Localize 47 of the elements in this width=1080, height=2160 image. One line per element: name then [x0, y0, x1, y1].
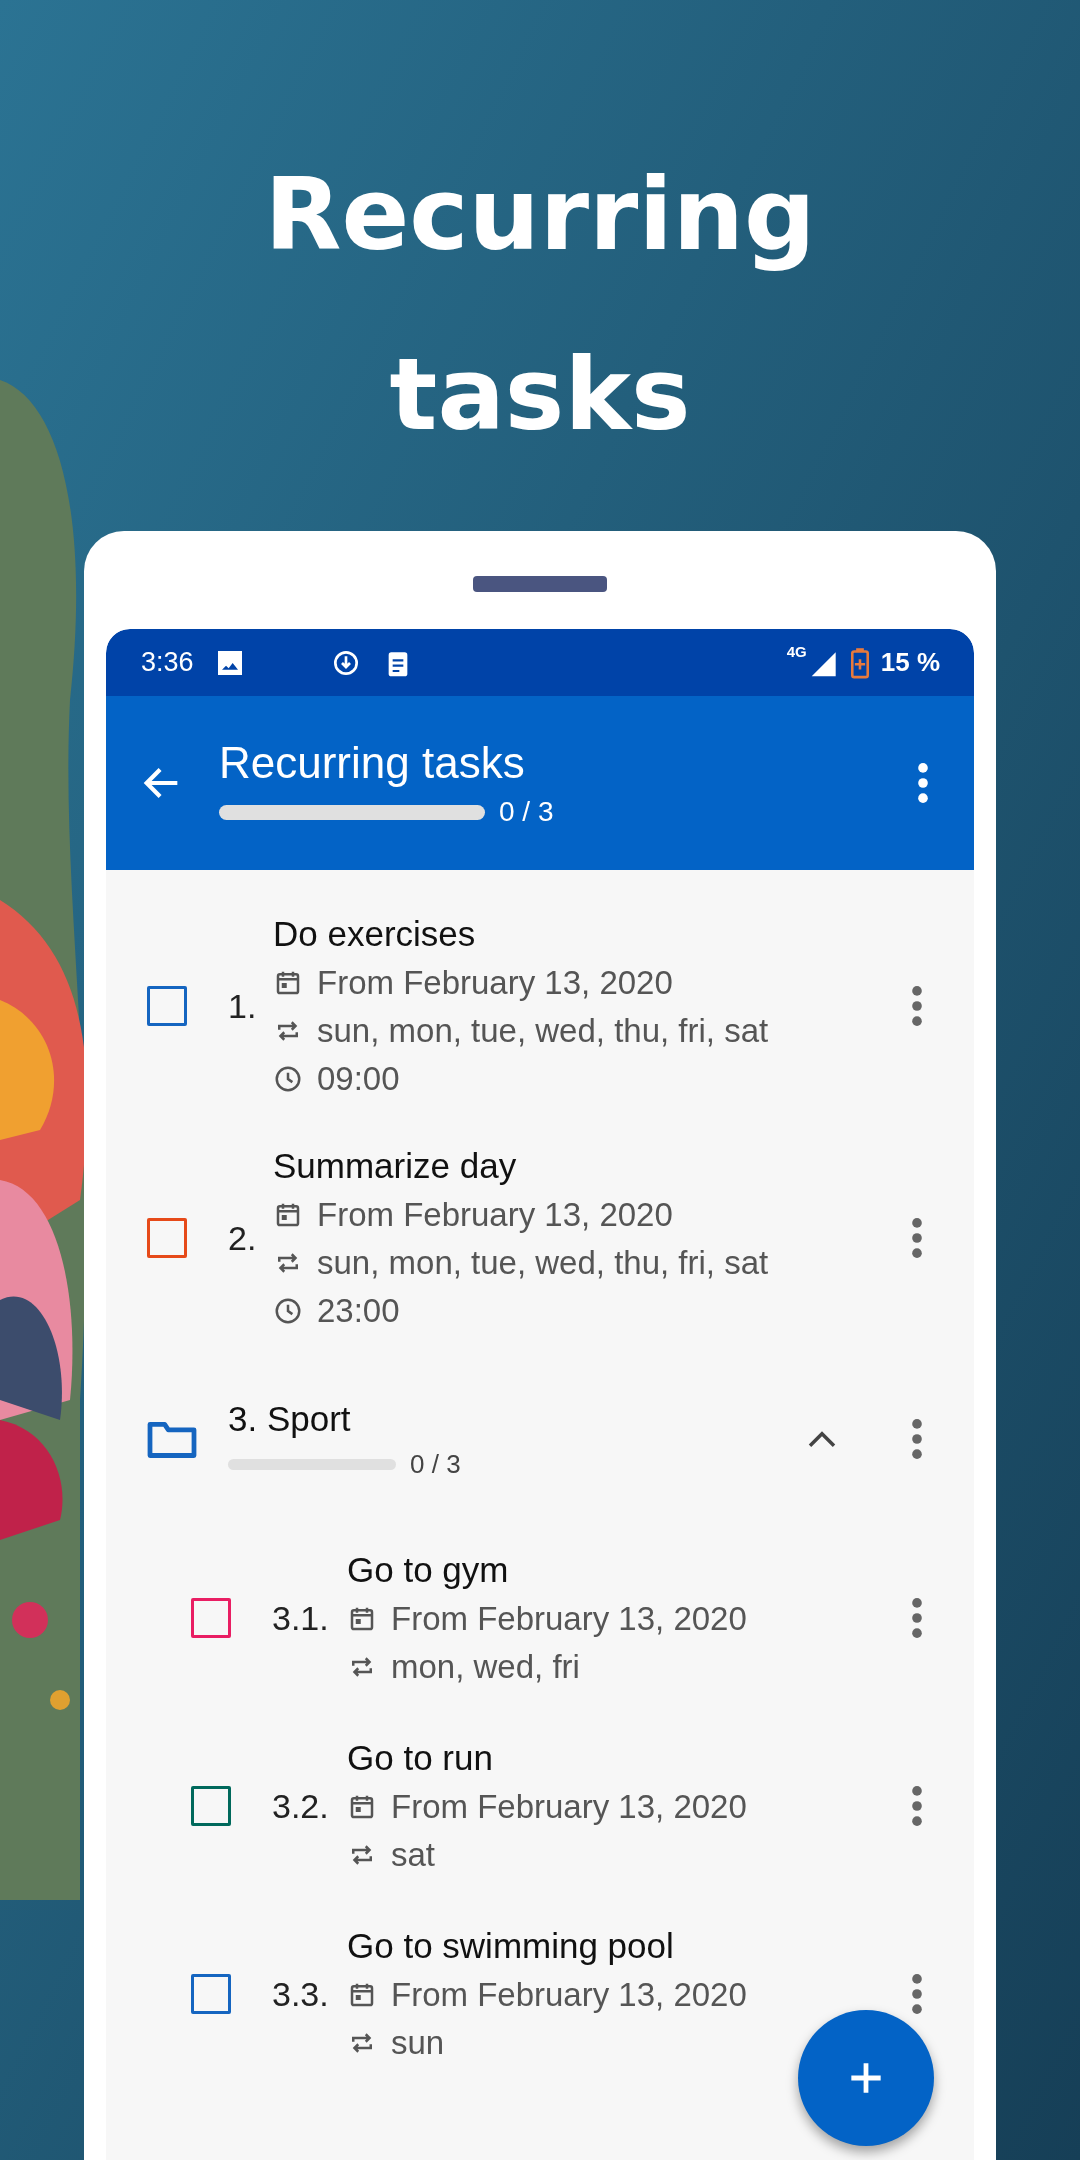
task-start-date: From February 13, 2020 [391, 1788, 747, 1826]
more-options-icon[interactable] [910, 1216, 924, 1260]
more-options-icon[interactable] [910, 1784, 924, 1828]
task-checkbox[interactable] [191, 1786, 231, 1826]
progress-count: 0 / 3 [410, 1448, 461, 1480]
task-checkbox[interactable] [191, 1974, 231, 2014]
task-repeat-days: sun [391, 2024, 445, 2062]
task-title: Go to swimming pool [347, 1926, 675, 1966]
task-start-date: From February 13, 2020 [317, 964, 673, 1002]
task-repeat-days: sun, mon, tue, wed, thu, fri, sat [317, 1012, 769, 1050]
network-type: 4G [786, 643, 807, 660]
task-number: 3.3. [272, 1974, 330, 2014]
task-title: Summarize day [273, 1146, 518, 1186]
screen-title: Recurring tasks [219, 738, 526, 788]
task-repeat-days: mon, wed, fri [391, 1648, 580, 1686]
status-time: 3:36 [141, 647, 194, 678]
more-options-icon[interactable] [916, 761, 930, 805]
more-options-icon[interactable] [910, 984, 924, 1028]
task-checkbox[interactable] [191, 1598, 231, 1638]
add-button[interactable] [798, 2010, 934, 2146]
task-start-date: From February 13, 2020 [391, 1976, 747, 2014]
task-checkbox[interactable] [147, 986, 187, 1026]
battery-percent: 15 % [880, 647, 940, 678]
more-options-icon[interactable] [910, 1972, 924, 2016]
task-number: 3.2. [272, 1786, 330, 1826]
task-time: 09:00 [317, 1060, 400, 1098]
task-time: 23:00 [317, 1292, 400, 1330]
task-repeat-days: sat [391, 1836, 436, 1874]
clock-icon [273, 1064, 303, 1094]
task-number: 1. [228, 986, 258, 1026]
battery-icon [850, 646, 869, 679]
task-title: Go to gym [347, 1550, 510, 1590]
task-repeat-days: sun, mon, tue, wed, thu, fri, sat [317, 1244, 769, 1282]
task-title: Go to run [347, 1738, 494, 1778]
more-options-icon[interactable] [910, 1596, 924, 1640]
task-start-date: From February 13, 2020 [391, 1600, 747, 1638]
folder-title: 3. Sport [228, 1398, 352, 1439]
more-options-icon[interactable] [910, 1417, 924, 1461]
task-number: 3.1. [272, 1598, 330, 1638]
collapse-chevron-icon[interactable] [806, 1429, 838, 1449]
task-title: Do exercises [273, 914, 477, 954]
task-number: 2. [228, 1218, 258, 1258]
task-start-date: From February 13, 2020 [317, 1196, 673, 1234]
clock-icon [273, 1296, 303, 1326]
progress-count: 0 / 3 [499, 796, 554, 828]
headline: Recurring tasks [263, 155, 817, 455]
task-checkbox[interactable] [147, 1218, 187, 1258]
